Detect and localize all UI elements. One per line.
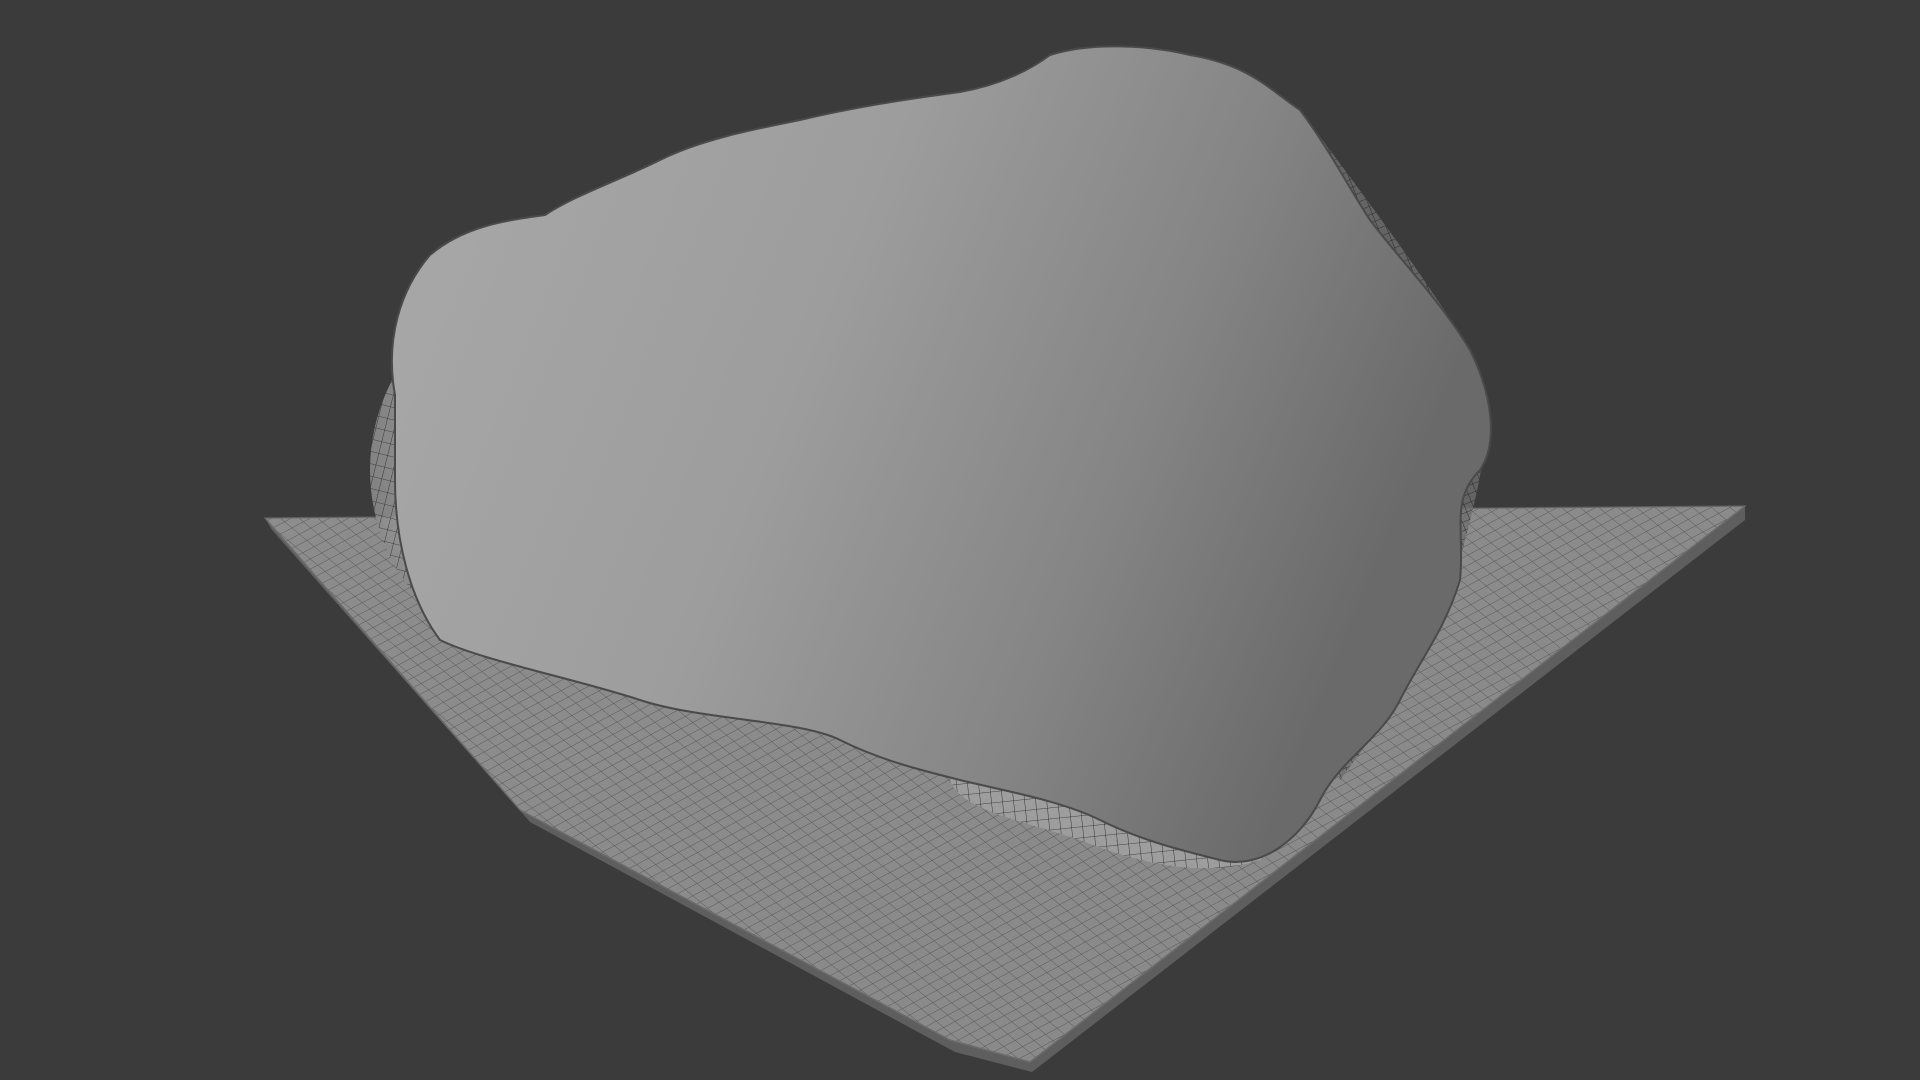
viewport-canvas[interactable] xyxy=(0,0,1920,1080)
3d-viewport[interactable] xyxy=(0,0,1920,1080)
